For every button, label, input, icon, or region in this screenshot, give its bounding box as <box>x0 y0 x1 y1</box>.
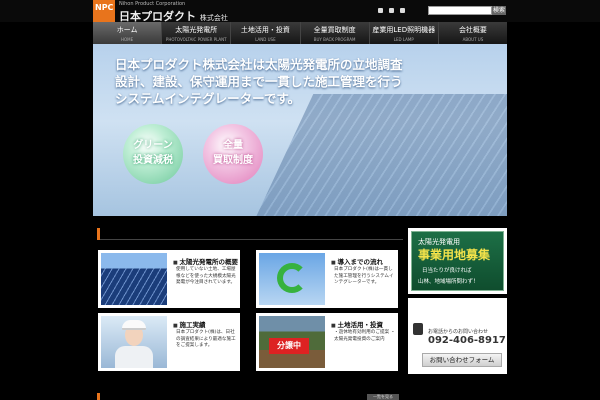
for-sale-sign: 分譲中 <box>269 338 309 354</box>
worker-body <box>115 346 153 368</box>
logo-suffix: 株式会社 <box>199 14 228 22</box>
bubble-line: 買取制度 <box>213 155 253 166</box>
card-title: 施工実績 <box>173 319 205 329</box>
header-icons <box>378 8 405 13</box>
bubble-line: グリーン <box>133 140 173 151</box>
contact-box: お電話からのお問い合わせ 092-406-8917 お問い合わせフォーム <box>408 298 507 374</box>
nav-item-led[interactable]: 産業用LED照明機器 LED LAMP <box>368 22 438 44</box>
nav-label: 産業用LED照明機器 <box>372 26 436 34</box>
hero-line: 日本プロダクト株式会社は太陽光発電所の立地調査 <box>115 57 403 72</box>
banner-line: 日当たりが良ければ <box>422 268 472 274</box>
nav-label: 会社概要 <box>458 26 487 34</box>
card-construction-results[interactable]: 施工実績 日本プロダクト(株)は、日社の調査結果により最適な施工をご提案します。 <box>98 313 240 371</box>
site-header: NPC Nihon Product Corporation 日本プロダクト 株式… <box>0 0 600 23</box>
logo-subtitle: Nihon Product Corporation <box>119 1 186 7</box>
nav-label: 土地活用・投資 <box>240 26 290 34</box>
card-title: 土地活用・投資 <box>331 319 383 329</box>
banner-inner: 太陽光発電用 事業用地募集 日当たりが良ければ 山林、地域場所問わず！ <box>411 231 504 291</box>
hero-banner: 日本プロダクト株式会社は太陽光発電所の立地調査 設計、建設、保守運用まで一貫した… <box>93 44 507 216</box>
card-desc: 使用していない土地、工場屋根などを使った大規模太陽光発電が今注目されています。 <box>176 267 236 285</box>
land-thumb: 分譲中 <box>259 316 325 368</box>
card-desc: 日本プロダクト(株)は一貫した施工管理を行うシステムインテグレーターです。 <box>334 267 394 285</box>
nav-sublabel: PHOTOVOLTAIC POWER PLANT <box>165 37 227 42</box>
nav-sublabel: LED LAMP <box>393 37 414 42</box>
banner-line: 山林、地域場所問わず！ <box>418 279 479 285</box>
solar-panels-image <box>252 94 507 216</box>
search-button[interactable]: 検索 <box>492 6 506 15</box>
nav-sublabel: BUY BACK PROGRAM <box>313 37 356 42</box>
solar-panels-thumb <box>101 253 167 305</box>
home-icon[interactable] <box>378 8 383 13</box>
card-land-investment[interactable]: 分譲中 土地活用・投資 ・遊休地有効利用のご提案 ・太陽光発電投資のご案内 <box>256 313 398 371</box>
worker-thumb <box>101 316 167 368</box>
sitemap-icon[interactable] <box>389 8 394 13</box>
banner-headline: 事業用地募集 <box>418 248 491 262</box>
hero-line: システムインテグレーターです。 <box>115 91 301 106</box>
contact-form-button[interactable]: お問い合わせフォーム <box>422 353 502 367</box>
recycle-arrow-thumb <box>259 253 325 305</box>
logo-mark-text: NPC <box>95 3 114 12</box>
card-title: 太陽光発電所の概要 <box>173 256 238 266</box>
card-title: 導入までの流れ <box>331 256 383 266</box>
phone-icon <box>413 323 423 335</box>
hero-headline: 日本プロダクト株式会社は太陽光発電所の立地調査 設計、建設、保守運用まで一貫した… <box>115 56 403 107</box>
view-list-button[interactable]: 一覧を見る <box>367 394 399 400</box>
nav-sublabel: HOME <box>121 37 134 42</box>
contact-label: お電話からのお問い合わせ <box>428 329 489 335</box>
hero-line: 設計、建設、保守運用まで一貫した施工管理を行う <box>115 74 403 89</box>
card-desc: ・遊休地有効利用のご提案 ・太陽光発電投資のご案内 <box>334 330 396 342</box>
search-input[interactable] <box>428 6 492 15</box>
bubble-line: 全量 <box>223 140 243 151</box>
nav-sublabel: LAND USE <box>255 37 276 42</box>
land-recruit-banner[interactable]: 太陽光発電用 事業用地募集 日当たりが良ければ 山林、地域場所問わず！ <box>408 228 507 294</box>
nav-sublabel: ABOUT US <box>462 37 484 42</box>
card-introduction-flow[interactable]: 導入までの流れ 日本プロダクト(株)は一貫した施工管理を行うシステムインテグレー… <box>256 250 398 308</box>
nav-label: ホーム <box>116 26 138 34</box>
nav-label: 全量買取制度 <box>313 26 356 34</box>
buyback-bubble[interactable]: 全量 買取制度 <box>203 124 263 184</box>
nav-item-solar-plant[interactable]: 太陽光発電所 PHOTOVOLTAIC POWER PLANT <box>161 22 230 44</box>
hard-hat-icon <box>122 320 146 330</box>
bubble-line: 投資減税 <box>133 155 173 166</box>
nav-item-company[interactable]: 会社概要 ABOUT US <box>437 22 507 44</box>
cycle-arrow-icon <box>277 263 307 293</box>
phone-number[interactable]: 092-406-8917 <box>428 335 506 346</box>
logo-mark[interactable]: NPC <box>93 0 115 22</box>
card-solar-overview[interactable]: 太陽光発電所の概要 使用していない土地、工場屋根などを使った大規模太陽光発電が今… <box>98 250 240 308</box>
mail-icon[interactable] <box>400 8 405 13</box>
nav-item-home[interactable]: ホーム HOME <box>93 22 162 44</box>
green-tax-bubble[interactable]: グリーン 投資減税 <box>123 124 183 184</box>
nav-label: 太陽光発電所 <box>175 26 218 34</box>
main-nav: ホーム HOME 太陽光発電所 PHOTOVOLTAIC POWER PLANT 土… <box>93 22 507 44</box>
section-marker <box>97 393 100 400</box>
section-divider <box>97 228 403 240</box>
nav-item-buyback[interactable]: 全量買取制度 BUY BACK PROGRAM <box>299 22 369 44</box>
card-desc: 日本プロダクト(株)は、日社の調査結果により最適な施工をご提案します。 <box>176 330 236 348</box>
nav-item-land-use[interactable]: 土地活用・投資 LAND USE <box>230 22 299 44</box>
